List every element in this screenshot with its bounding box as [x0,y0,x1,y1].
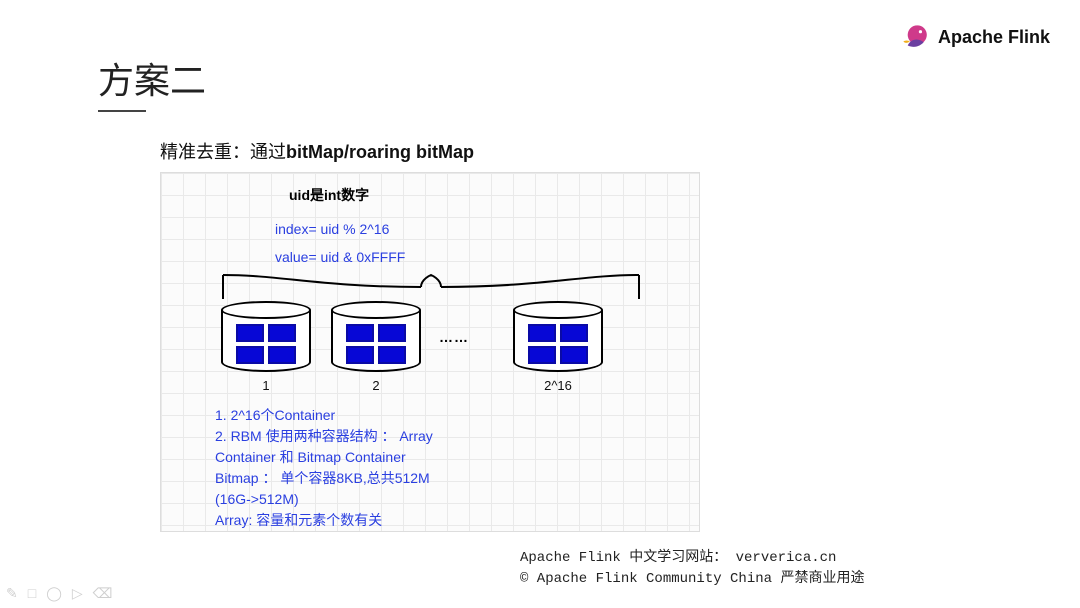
slide-title: 方案二 [98,52,206,104]
note-line: 1. 2^16个Container [215,405,645,426]
pointer-icon[interactable]: ▷ [72,585,83,602]
barrel-top [221,301,311,319]
container-barrel-2: 2 [331,301,421,393]
barrel-top [513,301,603,319]
chip-icon [528,324,556,342]
footer-line-1: Apache Flink 中文学习网站： ververica.cn [520,548,864,569]
note-line: Array: 容量和元素个数有关 [215,510,645,531]
chip-icon [236,346,264,364]
value-formula: value= uid & 0xFFFF [275,249,405,265]
chip-icon [528,346,556,364]
diagram-notes: 1. 2^16个Container 2. RBM 使用两种容器结构 ： Arra… [215,405,645,531]
note-line: Container 和 Bitmap Container [215,447,645,468]
barrel-label-2: 2 [331,378,421,393]
ellipsis: …… [439,329,469,345]
eraser-icon[interactable]: ⌫ [93,585,113,602]
chip-icon [560,324,588,342]
slide-title-block: 方案二 [98,52,206,112]
subtitle-plain: 精准去重：通过 [160,142,286,162]
note-line: Bitmap ： 单个容器8KB,总共512M [215,468,645,489]
flink-logo-icon [896,20,930,54]
subtitle-bold: bitMap/roaring bitMap [286,142,474,162]
barrel-body [331,310,421,372]
barrel-top [331,301,421,319]
chip-icon [346,324,374,342]
chip-icon [268,324,296,342]
chip-icon [236,324,264,342]
chip-icon [378,324,406,342]
index-formula: index= uid % 2^16 [275,221,389,237]
barrel-label-1: 1 [221,378,311,393]
container-barrel-1: 1 [221,301,311,393]
note-line: 2. RBM 使用两种容器结构 ： Array [215,426,645,447]
chip-icon [268,346,296,364]
slide-subtitle: 精准去重：通过bitMap/roaring bitMap [160,138,474,164]
note-line: (16G->512M) [215,489,645,510]
pen-icon[interactable]: ✎ [6,585,18,602]
barrel-body [221,310,311,372]
brand: Apache Flink [896,20,1050,54]
square-icon[interactable]: □ [28,585,36,602]
footer-line-2: © Apache Flink Community China 严禁商业用途 [520,569,864,590]
curly-brace-icon [221,273,641,303]
chip-icon [560,346,588,364]
chip-icon [346,346,374,364]
slide-footer: Apache Flink 中文学习网站： ververica.cn © Apac… [520,548,864,590]
barrel-label-last: 2^16 [513,378,603,393]
circle-icon[interactable]: ◯ [46,585,62,602]
chip-icon [378,346,406,364]
brand-name: Apache Flink [938,27,1050,48]
mini-toolbar: ✎ □ ◯ ▷ ⌫ [6,585,112,602]
barrel-body [513,310,603,372]
diagram-panel: uid是int数字 index= uid % 2^16 value= uid &… [160,172,700,532]
container-barrel-last: 2^16 [513,301,603,393]
title-underline [98,110,146,112]
uid-label: uid是int数字 [289,185,369,205]
